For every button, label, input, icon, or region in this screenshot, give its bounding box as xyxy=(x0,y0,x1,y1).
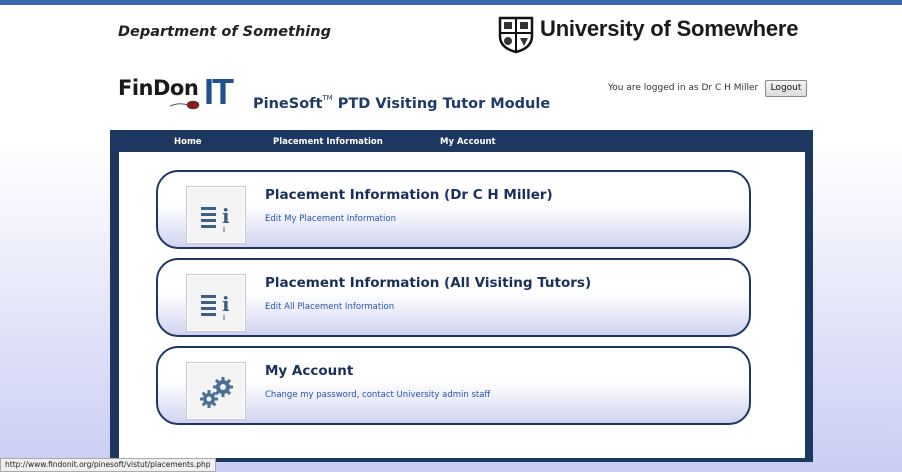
svg-text:i: i xyxy=(222,292,230,316)
nav-bar: Home Placement Information My Account xyxy=(110,130,813,152)
nav-item-placement-information[interactable]: Placement Information xyxy=(273,137,383,147)
trademark-mark: TM xyxy=(322,94,333,102)
card-title: My Account xyxy=(265,363,354,379)
card-title: Placement Information (Dr C H Miller) xyxy=(265,187,553,203)
logo-text-fin: FinDon xyxy=(118,76,199,100)
list-info-icon: i xyxy=(201,292,230,320)
module-name-prefix: PineSoft xyxy=(253,96,323,112)
gears-icon xyxy=(200,377,233,408)
university-crest-icon xyxy=(498,16,534,54)
list-info-icon: i xyxy=(201,204,230,232)
module-title: PineSoftTM PTD Visiting Tutor Module xyxy=(253,94,551,112)
logged-in-status: You are logged in as Dr C H Miller xyxy=(608,83,759,93)
card-all-placement-information[interactable]: i Placement Information (All Visiting Tu… xyxy=(156,258,751,337)
top-accent-line xyxy=(0,0,902,5)
department-name: Department of Something xyxy=(118,24,331,40)
nav-item-home[interactable]: Home xyxy=(174,137,202,147)
card-icon-frame: i xyxy=(186,186,246,244)
university-name: University of Somewhere xyxy=(540,16,799,41)
module-name-suffix: PTD Visiting Tutor Module xyxy=(332,96,551,112)
edit-all-placement-link[interactable]: Edit All Placement Information xyxy=(265,302,394,312)
svg-text:i: i xyxy=(222,204,230,228)
change-password-link[interactable]: Change my password, contact University a… xyxy=(265,390,490,400)
card-icon-frame: i xyxy=(186,274,246,332)
findonit-logo: FinDon IT xyxy=(118,71,244,116)
card-my-account[interactable]: My Account Change my password, contact U… xyxy=(156,346,751,425)
computer-mouse-icon xyxy=(170,100,200,110)
nav-item-my-account[interactable]: My Account xyxy=(440,137,496,147)
card-my-placement-information[interactable]: i Placement Information (Dr C H Miller) … xyxy=(156,170,751,249)
browser-status-bar-url: http://www.findonit.org/pinesoft/vistut/… xyxy=(0,458,216,472)
logout-button[interactable]: Logout xyxy=(765,80,807,97)
edit-my-placement-link[interactable]: Edit My Placement Information xyxy=(265,214,396,224)
logo-text-it: IT xyxy=(204,71,234,112)
card-icon-frame xyxy=(186,362,246,420)
card-title: Placement Information (All Visiting Tuto… xyxy=(265,275,592,291)
